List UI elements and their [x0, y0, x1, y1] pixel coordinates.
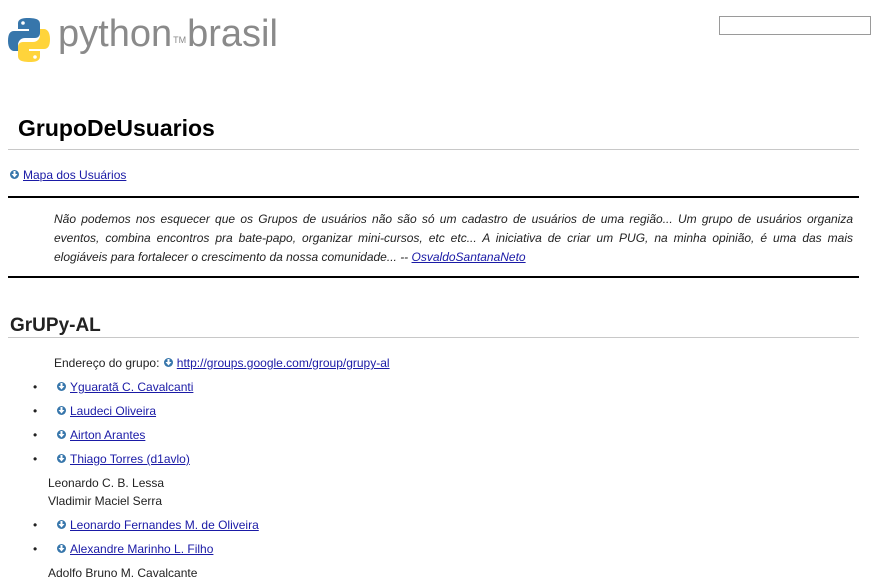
interwiki-link-icon: [57, 520, 66, 529]
quote-author-link[interactable]: OsvaldoSantanaNeto: [412, 250, 526, 264]
map-link-row: Mapa dos Usuários: [9, 168, 126, 182]
search-input[interactable]: [719, 16, 871, 35]
site-wordmark[interactable]: pythonTMbrasil: [58, 12, 278, 56]
wordmark-python: python: [58, 13, 173, 55]
interwiki-link-icon: [57, 430, 66, 439]
python-logo-icon[interactable]: [8, 16, 50, 64]
member-link[interactable]: Leonardo Fernandes M. de Oliveira: [70, 518, 259, 532]
interwiki-link-icon: [57, 454, 66, 463]
group-address-row: Endereço do grupo: http://groups.google.…: [54, 355, 390, 371]
group-address-label: Endereço do grupo:: [54, 356, 160, 370]
member-link[interactable]: Laudeci Oliveira: [70, 404, 156, 418]
quote-bottom-rule: [8, 276, 859, 278]
wordmark-brasil: brasil: [187, 13, 278, 55]
group-address-link[interactable]: http://groups.google.com/group/grupy-al: [177, 356, 390, 370]
trademark-mark: TM: [173, 35, 187, 45]
member-link[interactable]: Yguaratã C. Cavalcanti: [70, 380, 193, 394]
member-item: Adolfo Bruno M. Cavalcante: [48, 566, 198, 580]
member-item: Leonardo Fernandes M. de Oliveira: [33, 517, 259, 533]
member-item: Alexandre Marinho L. Filho: [33, 541, 213, 557]
title-divider: [8, 149, 859, 150]
interwiki-link-icon: [10, 170, 19, 179]
section-title: GrUPy-AL: [10, 315, 101, 336]
map-link[interactable]: Mapa dos Usuários: [23, 168, 126, 182]
quote-top-rule: [8, 196, 859, 198]
member-item: Leonardo C. B. Lessa: [48, 476, 165, 490]
interwiki-link-icon: [57, 544, 66, 553]
member-link[interactable]: Alexandre Marinho L. Filho: [70, 542, 213, 556]
member-item: Yguaratã C. Cavalcanti: [33, 379, 193, 395]
interwiki-link-icon: [163, 358, 173, 367]
member-item: Thiago Torres (d1avlo): [33, 451, 190, 467]
member-item: Laudeci Oliveira: [33, 403, 156, 419]
blockquote: Não podemos nos esquecer que os Grupos d…: [54, 210, 853, 267]
section-divider: [8, 337, 859, 338]
page-title: GrupoDeUsuarios: [18, 115, 215, 141]
member-link[interactable]: Airton Arantes: [70, 428, 145, 442]
interwiki-link-icon: [57, 382, 66, 391]
member-item: Airton Arantes: [33, 427, 145, 443]
member-link[interactable]: Thiago Torres (d1avlo): [70, 452, 190, 466]
member-item: Vladimir Maciel Serra: [48, 494, 163, 508]
site-header: pythonTMbrasil: [0, 0, 875, 70]
interwiki-link-icon: [57, 406, 66, 415]
